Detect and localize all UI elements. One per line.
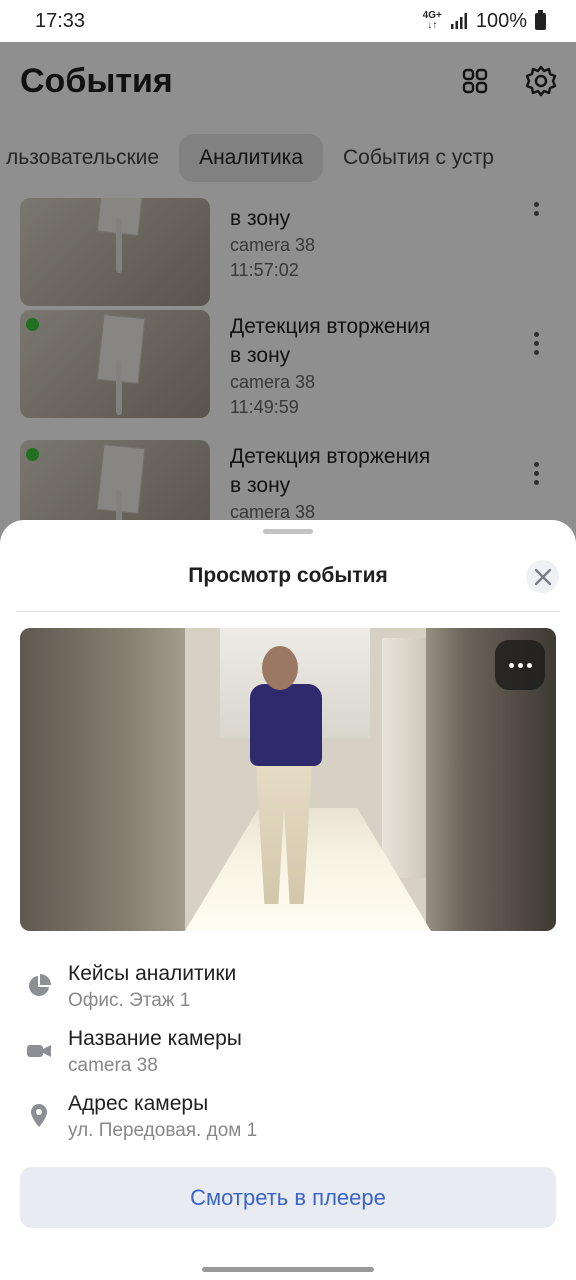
- sheet-title: Просмотр события: [188, 564, 388, 587]
- network-type-icon: 4G+ ↓↑: [422, 10, 442, 31]
- watch-in-player-button[interactable]: Смотреть в плеере: [20, 1167, 556, 1228]
- info-analytics-case: Кейсы аналитики Офис. Этаж 1: [0, 960, 576, 1020]
- event-snapshot[interactable]: [20, 628, 556, 931]
- status-bar: 17:33 4G+ ↓↑ 100%: [0, 0, 576, 42]
- info-value: ул. Передовая. дом 1: [68, 1120, 258, 1141]
- status-time: 17:33: [35, 9, 86, 32]
- video-camera-icon: [27, 1039, 51, 1063]
- signal-icon: [450, 13, 467, 29]
- info-label: Кейсы аналитики: [68, 962, 237, 985]
- location-pin-icon: [27, 1104, 51, 1128]
- battery-percent: 100%: [475, 9, 527, 32]
- info-label: Адрес камеры: [68, 1092, 209, 1115]
- event-details-sheet: Просмотр события Кейсы аналитики Офис. Э…: [0, 520, 576, 1280]
- battery-icon: [535, 9, 546, 30]
- pie-chart-icon: [27, 974, 51, 998]
- info-value: camera 38: [68, 1055, 158, 1076]
- status-indicators: 4G+ ↓↑ 100%: [422, 9, 546, 33]
- info-camera-name: Название камеры camera 38: [0, 1025, 576, 1085]
- gesture-bar[interactable]: [202, 1267, 374, 1272]
- info-label: Название камеры: [68, 1027, 242, 1050]
- close-icon: [534, 568, 551, 585]
- divider: [16, 611, 560, 612]
- close-button[interactable]: [526, 560, 559, 593]
- drag-handle[interactable]: [263, 529, 313, 534]
- info-camera-address: Адрес камеры ул. Передовая. дом 1: [0, 1090, 576, 1150]
- info-value: Офис. Этаж 1: [68, 990, 191, 1011]
- more-options-button[interactable]: [495, 640, 545, 690]
